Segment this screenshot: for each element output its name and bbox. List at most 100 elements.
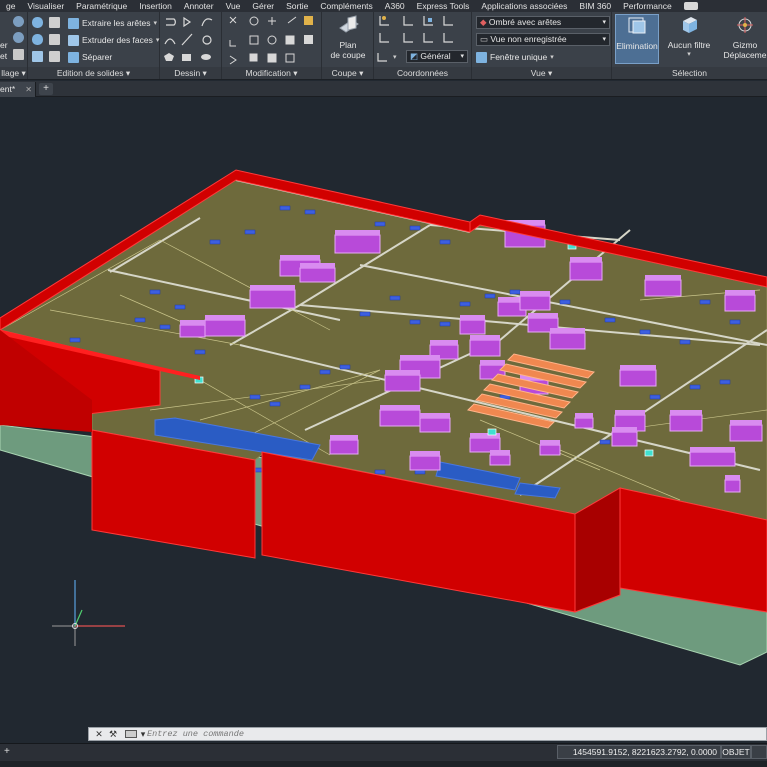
menu-item-sortie[interactable]: Sortie bbox=[280, 0, 314, 12]
visual-style-dropdown[interactable]: ◆ Ombré avec arêtes ▾ bbox=[476, 16, 610, 29]
panel-title-coupe[interactable]: Coupe ▾ bbox=[322, 67, 373, 79]
ucs-named-button[interactable]: ▾ bbox=[376, 50, 397, 64]
site-marker-29 bbox=[699, 299, 711, 305]
modify-tools-icons[interactable] bbox=[222, 12, 322, 66]
wrench-icon[interactable]: ⚒ bbox=[107, 728, 119, 740]
slice-icon[interactable] bbox=[32, 51, 43, 62]
site-marker-36 bbox=[719, 379, 731, 385]
mesh-smooth-icon[interactable] bbox=[13, 16, 24, 27]
status-menu-icon[interactable] bbox=[751, 745, 767, 759]
section-plane-label-2: de coupe bbox=[330, 50, 366, 60]
add-layout-button[interactable]: + bbox=[4, 746, 10, 757]
draw-tools-icons[interactable] bbox=[160, 12, 222, 66]
gizmo-move-icon bbox=[737, 17, 753, 33]
menu-item-visualiser[interactable]: Visualiser bbox=[21, 0, 70, 12]
ucs-tools-icons[interactable] bbox=[374, 12, 472, 50]
building-23 bbox=[419, 417, 451, 433]
building-26 bbox=[469, 437, 501, 453]
panel-title-dessin[interactable]: Dessin ▾ bbox=[160, 67, 221, 79]
menu-item-mesh[interactable]: ge bbox=[0, 0, 21, 12]
close-icon[interactable]: ✕ bbox=[25, 82, 32, 97]
named-view-icon: ▭ bbox=[480, 34, 491, 44]
chevron-down-icon: ▾ bbox=[550, 54, 554, 61]
no-filter-button[interactable]: Aucun filtre ▾ bbox=[664, 14, 714, 60]
building-roof-12 bbox=[570, 257, 602, 262]
menu-item-performance[interactable]: Performance bbox=[617, 0, 678, 12]
culling-button[interactable]: Elimination bbox=[615, 14, 659, 64]
panel-title-modification[interactable]: Modification ▾ bbox=[222, 67, 321, 79]
command-prompt-icon[interactable] bbox=[125, 730, 137, 738]
gizmo-label-1: Gizmo bbox=[732, 40, 758, 50]
menu-bar: ge Visualiser Paramétrique Insertion Ann… bbox=[0, 0, 767, 12]
intersect-icon[interactable] bbox=[32, 34, 43, 45]
no-filter-label: Aucun filtre bbox=[667, 40, 711, 50]
section-plane-button[interactable]: Plan de coupe bbox=[326, 14, 370, 60]
building-35 bbox=[574, 417, 594, 429]
video-icon[interactable] bbox=[683, 2, 698, 10]
menu-item-a360[interactable]: A360 bbox=[379, 0, 411, 12]
interfere-icon[interactable] bbox=[49, 34, 60, 45]
site-marker-22 bbox=[459, 301, 471, 307]
menu-item-bim360[interactable]: BIM 360 bbox=[573, 0, 617, 12]
mesh-crease-icon[interactable] bbox=[13, 49, 24, 60]
union-icon[interactable] bbox=[32, 17, 43, 28]
named-view-value: Vue non enregistrée bbox=[490, 34, 567, 44]
building-roof-16 bbox=[470, 335, 500, 340]
panel-edition-solides: Extraire les arêtes ▾ Extruder des faces… bbox=[28, 12, 160, 79]
building-3 bbox=[249, 289, 296, 309]
close-icon[interactable]: ✕ bbox=[93, 728, 105, 740]
panel-title-vue[interactable]: Vue ▾ bbox=[472, 67, 611, 79]
chevron-down-icon: ▾ bbox=[460, 53, 464, 60]
panel-title-edition-solides[interactable]: Edition de solides ▾ bbox=[28, 67, 159, 79]
building-roof-10 bbox=[528, 313, 558, 318]
site-marker-30 bbox=[729, 319, 741, 325]
viewport-config-label: Fenêtre unique bbox=[490, 52, 548, 62]
object-snap-mode[interactable]: OBJET bbox=[721, 745, 751, 759]
menu-item-applications[interactable]: Applications associées bbox=[475, 0, 573, 12]
building-roof-29 bbox=[615, 410, 645, 415]
panel-title-coordonnees: Coordonnées bbox=[374, 67, 471, 79]
menu-item-insertion[interactable]: Insertion bbox=[133, 0, 178, 12]
ucs-dropdown[interactable]: ◩ Général ▾ bbox=[406, 50, 468, 63]
separate-icon bbox=[68, 51, 79, 63]
named-view-dropdown[interactable]: ▭ Vue non enregistrée ▾ bbox=[476, 33, 610, 46]
menu-item-complements[interactable]: Compléments bbox=[314, 0, 378, 12]
site-marker-17 bbox=[339, 364, 351, 370]
site-marker-19 bbox=[389, 295, 401, 301]
menu-item-vue[interactable]: Vue bbox=[220, 0, 247, 12]
viewport-config-icon bbox=[476, 51, 487, 63]
building-12 bbox=[569, 261, 603, 281]
extrude-faces-label: Extruder des faces bbox=[82, 35, 153, 45]
extrude-faces-button[interactable]: Extruder des faces ▾ bbox=[68, 33, 159, 47]
menu-item-gerer[interactable]: Gérer bbox=[246, 0, 280, 12]
drawing-viewport[interactable] bbox=[0, 97, 767, 727]
building-22 bbox=[379, 409, 421, 427]
extract-edges-button[interactable]: Extraire les arêtes ▾ bbox=[68, 16, 157, 30]
menu-item-annoter[interactable]: Annoter bbox=[178, 0, 220, 12]
gizmo-button[interactable]: Gizmo Déplaceme bbox=[720, 14, 767, 60]
mesh-refine-icon[interactable] bbox=[13, 32, 24, 43]
extract-edges-icon bbox=[68, 17, 79, 29]
thicken-icon[interactable] bbox=[49, 51, 60, 62]
subtract-icon[interactable] bbox=[49, 17, 60, 28]
panel-vue: ◆ Ombré avec arêtes ▾ ▭ Vue non enregist… bbox=[472, 12, 612, 79]
menu-item-express-tools[interactable]: Express Tools bbox=[411, 0, 476, 12]
building-16 bbox=[469, 339, 501, 357]
separate-label: Séparer bbox=[82, 52, 113, 62]
building-roof-21 bbox=[385, 370, 420, 375]
document-tab[interactable]: ent* ✕ bbox=[0, 82, 36, 97]
separate-button[interactable]: Séparer bbox=[68, 50, 112, 64]
viewport-config-button[interactable]: Fenêtre unique ▾ bbox=[476, 50, 554, 64]
command-input[interactable] bbox=[147, 728, 747, 740]
building-4 bbox=[204, 319, 246, 337]
new-tab-button[interactable]: + bbox=[39, 83, 53, 95]
coordinates-readout[interactable]: 1454591.9152, 8221623.2792, 0.0000 bbox=[557, 745, 721, 759]
building-roof-17 bbox=[430, 340, 458, 345]
panel-title-maillage[interactable]: llage ▾ bbox=[0, 67, 27, 79]
site-marker-14 bbox=[269, 401, 281, 407]
menu-item-parametrique[interactable]: Paramétrique bbox=[70, 0, 133, 12]
section-plane-icon bbox=[339, 15, 359, 33]
site-marker-21 bbox=[439, 321, 451, 327]
building-roof-23 bbox=[420, 413, 450, 418]
site-marker-26 bbox=[604, 317, 616, 323]
